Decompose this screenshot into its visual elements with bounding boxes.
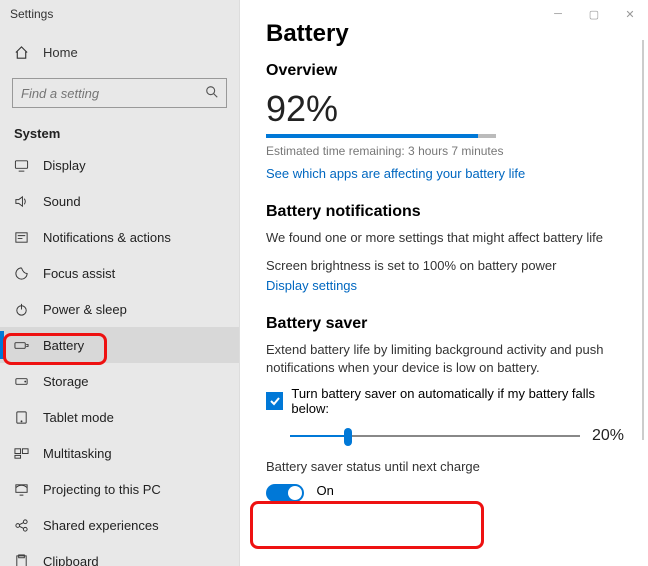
saver-desc: Extend battery life by limiting backgrou… (266, 341, 624, 376)
minimize-button[interactable]: ─ (540, 0, 576, 28)
sidebar-item-focus-assist[interactable]: Focus assist (0, 255, 239, 291)
notifications-found: We found one or more settings that might… (266, 229, 624, 247)
focus-assist-icon (14, 266, 29, 281)
overview-heading: Overview (266, 62, 624, 80)
storage-icon (14, 374, 29, 389)
saver-status-toggle[interactable] (266, 484, 304, 502)
nav-label: Focus assist (43, 266, 115, 281)
threshold-slider[interactable] (290, 426, 580, 446)
sidebar-item-notifications[interactable]: Notifications & actions (0, 219, 239, 255)
scrollbar[interactable] (642, 40, 644, 440)
notifications-icon (14, 230, 29, 245)
search-input[interactable] (12, 78, 227, 108)
check-icon (269, 395, 281, 407)
sidebar-item-battery[interactable]: Battery (0, 327, 239, 363)
nav-label: Display (43, 158, 86, 173)
saver-status-value: On (316, 483, 333, 498)
sidebar-item-multitasking[interactable]: Multitasking (0, 435, 239, 471)
multitasking-icon (14, 446, 29, 461)
threshold-value: 20% (592, 427, 624, 445)
battery-percent: 92% (266, 88, 624, 130)
nav-label: Clipboard (43, 554, 99, 566)
auto-saver-label: Turn battery saver on automatically if m… (291, 386, 624, 416)
tablet-icon (14, 410, 29, 425)
time-remaining: Estimated time remaining: 3 hours 7 minu… (266, 144, 624, 158)
window-title: Settings (0, 0, 239, 28)
home-button[interactable]: Home (0, 34, 239, 70)
nav-label: Tablet mode (43, 410, 114, 425)
search-icon (205, 85, 219, 99)
close-button[interactable]: ✕ (612, 0, 648, 28)
nav-label: Multitasking (43, 446, 112, 461)
sidebar-item-clipboard[interactable]: Clipboard (0, 543, 239, 566)
nav-label: Projecting to this PC (43, 482, 161, 497)
saver-heading: Battery saver (266, 315, 624, 333)
nav-list: Display Sound Notifications & actions Fo… (0, 147, 239, 566)
maximize-button[interactable]: ▢ (576, 0, 612, 28)
nav-label: Notifications & actions (43, 230, 171, 245)
sidebar-item-storage[interactable]: Storage (0, 363, 239, 399)
sidebar-item-tablet-mode[interactable]: Tablet mode (0, 399, 239, 435)
power-icon (14, 302, 29, 317)
clipboard-icon (14, 554, 29, 566)
nav-label: Shared experiences (43, 518, 159, 533)
display-settings-link[interactable]: Display settings (266, 278, 624, 293)
display-icon (14, 158, 29, 173)
nav-label: Sound (43, 194, 81, 209)
sound-icon (14, 194, 29, 209)
home-label: Home (43, 45, 78, 60)
sidebar-item-display[interactable]: Display (0, 147, 239, 183)
nav-label: Storage (43, 374, 89, 389)
sidebar-item-sound[interactable]: Sound (0, 183, 239, 219)
saver-status-label: Battery saver status until next charge (266, 458, 624, 476)
nav-label: Battery (43, 338, 84, 353)
sidebar-item-power-sleep[interactable]: Power & sleep (0, 291, 239, 327)
home-icon (14, 45, 29, 60)
projecting-icon (14, 482, 29, 497)
shared-icon (14, 518, 29, 533)
brightness-note: Screen brightness is set to 100% on batt… (266, 257, 624, 275)
notifications-heading: Battery notifications (266, 203, 624, 221)
battery-progress (266, 134, 496, 138)
section-label: System (0, 116, 239, 147)
window-controls: ─ ▢ ✕ (540, 0, 648, 28)
sidebar-item-projecting[interactable]: Projecting to this PC (0, 471, 239, 507)
nav-label: Power & sleep (43, 302, 127, 317)
battery-icon (14, 338, 29, 353)
apps-usage-link[interactable]: See which apps are affecting your batter… (266, 166, 624, 181)
auto-saver-checkbox[interactable] (266, 392, 283, 410)
sidebar-item-shared[interactable]: Shared experiences (0, 507, 239, 543)
search-field[interactable] (12, 78, 227, 108)
